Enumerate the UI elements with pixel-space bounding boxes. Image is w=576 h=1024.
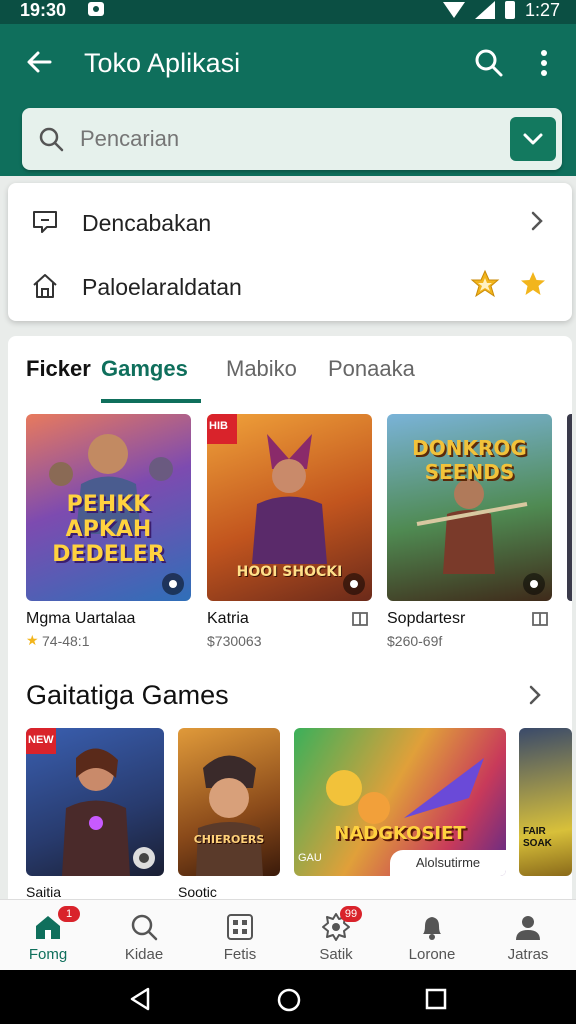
game-card[interactable]: FAIR SOAK [519, 728, 572, 876]
person-icon [516, 916, 540, 940]
game-thumbnail: FAIR SOAK [519, 728, 572, 876]
search-dropdown-button[interactable] [510, 117, 556, 161]
game-price: $260-69f [387, 633, 443, 649]
nav-label: Fomg [28, 946, 68, 963]
nav-label: Lorone [408, 946, 456, 963]
tab-ponaaka[interactable]: Ponaaka [328, 356, 415, 382]
status-icons: 1:27 [442, 0, 560, 20]
notification-badge: 1 [58, 906, 80, 922]
game-title-art: FAIR SOAK [523, 826, 552, 849]
chevron-right-icon [531, 211, 543, 231]
wifi-icon [442, 2, 465, 18]
menu-item-dencabakan[interactable]: Dencabakan [8, 189, 572, 251]
rating-star-icon: ★ [26, 632, 39, 648]
search-input[interactable] [80, 120, 480, 158]
menu-item-paloelaraldatan[interactable]: Paloelaraldatan [8, 253, 572, 315]
comment-icon [33, 211, 57, 233]
signal-icon [474, 1, 495, 19]
home-circle-icon[interactable] [276, 987, 302, 1013]
tab-gamges[interactable]: Gamges [101, 356, 188, 382]
tab-bar: Ficker Gamges Mabiko Ponaaka [8, 336, 572, 408]
gear-icon [523, 573, 545, 595]
nav-item-home[interactable]: 1 Fomg [0, 900, 96, 971]
game-card[interactable]: DONKROG SEENDS Sopdartesr $260-69f [387, 414, 552, 654]
corner-tag: NEW [26, 728, 56, 754]
system-navigation-bar [0, 970, 576, 1024]
chevron-right-icon[interactable] [524, 682, 546, 708]
install-icon[interactable] [351, 610, 369, 628]
nav-item-jatras[interactable]: Jatras [480, 900, 576, 971]
nav-label: Kidae [124, 946, 164, 963]
menu-item-label: Paloelaraldatan [82, 274, 242, 300]
nav-label: Jatras [507, 946, 549, 963]
game-price: $730063 [207, 633, 262, 649]
game-title-art: CHIEROERS [193, 833, 265, 846]
home-icon [33, 274, 57, 298]
game-thumbnail: NEW [26, 728, 164, 876]
more-vert-icon[interactable] [530, 44, 558, 82]
search-bar [22, 108, 562, 170]
section-title: Gaitatiga Games [26, 680, 229, 710]
game-card[interactable]: PEHKK APKAH DEDELER Mgma Uartalaa ★ 74-4… [26, 414, 191, 654]
active-tab-indicator [101, 399, 201, 403]
game-card[interactable]: NEW Saitia [26, 728, 164, 916]
game-name: Mgma Uartalaa [26, 610, 136, 627]
game-title-art: NADGKOSIET [334, 823, 466, 844]
suggestion-dropdown: Dencabakan Paloelaraldatan [8, 183, 572, 321]
notification-badge: 99 [340, 906, 362, 922]
corner-tag: HIB [207, 414, 237, 444]
grid-icon [227, 914, 253, 940]
game-name: Katria [207, 610, 249, 627]
nav-item-kidae[interactable]: Kidae [96, 900, 192, 971]
game-card[interactable]: NADGKOSIET GAU Alolsutirme [294, 728, 506, 876]
game-overlay-label: Alolsutirme [390, 850, 506, 876]
game-rating: 74-48:1 [42, 633, 90, 649]
game-thumbnail: HIB HOOI SHOCKI [207, 414, 372, 601]
nav-label: Fetis [223, 946, 257, 963]
game-name: Sootic [178, 884, 217, 900]
game-thumbnail: CHIEROERS [178, 728, 280, 876]
battery-icon [504, 1, 515, 19]
game-thumbnail: PEHKK APKAH DEDELER [26, 414, 191, 601]
game-name: Saitia [26, 884, 62, 900]
game-title-art: PEHKK APKAH DEDELER [52, 492, 165, 567]
menu-item-label: Dencabakan [82, 210, 212, 236]
install-icon[interactable] [531, 610, 549, 628]
star-icon [521, 272, 545, 295]
search-icon [131, 914, 158, 941]
star-badge-icon [470, 269, 500, 298]
game-title-art: DONKROG SEENDS [412, 436, 527, 484]
game-thumbnail: NADGKOSIET GAU Alolsutirme [294, 728, 506, 876]
content-card: Ficker Gamges Mabiko Ponaaka PEHKK APKAH… [8, 336, 572, 916]
bottom-navigation: 1 Fomg Kidae Fetis 99 Satik Lorone Jatra… [0, 899, 576, 970]
tab-ficker[interactable]: Ficker [26, 356, 91, 382]
nav-label: Satik [319, 946, 353, 963]
search-icon[interactable] [470, 44, 508, 82]
back-arrow-icon[interactable] [22, 44, 58, 80]
bell-icon [423, 917, 441, 940]
nav-item-lorone[interactable]: Lorone [384, 900, 480, 971]
nav-item-fetis[interactable]: Fetis [192, 900, 288, 971]
gear-icon [162, 573, 184, 595]
status-bar: 19:30 1:27 [0, 0, 576, 24]
game-card[interactable]: CHIEROERS Sootic [178, 728, 280, 916]
play-icon [133, 847, 155, 869]
notification-icon [88, 2, 104, 16]
tab-mabiko[interactable]: Mabiko [226, 356, 297, 382]
game-name: Sopdartesr [387, 610, 466, 627]
back-triangle-icon[interactable] [128, 987, 154, 1011]
nav-item-satik[interactable]: 99 Satik [288, 900, 384, 971]
game-subtitle: GAU [298, 852, 322, 864]
game-thumbnail: DONKROG SEENDS [387, 414, 552, 601]
chevron-down-icon [523, 133, 543, 145]
status-time: 19:30 [20, 0, 67, 20]
hero-art [196, 755, 263, 876]
gear-icon [343, 573, 365, 595]
game-card[interactable]: HIB HOOI SHOCKI Katria $730063 [207, 414, 372, 654]
search-icon [39, 127, 64, 152]
page-title: Toko Aplikasi [84, 48, 241, 78]
status-right-time: 1:27 [524, 0, 560, 20]
recents-square-icon[interactable] [424, 987, 448, 1011]
game-card-peek [567, 414, 572, 601]
